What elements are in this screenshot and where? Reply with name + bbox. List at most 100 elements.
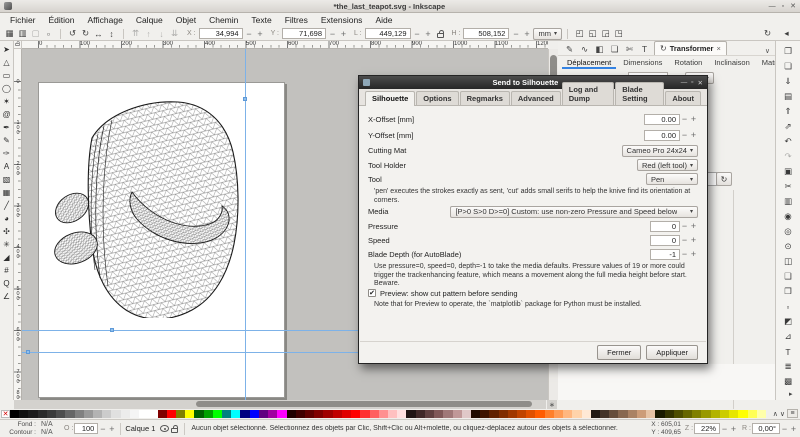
palette-swatch[interactable] [287,410,296,418]
palette-swatch[interactable] [711,410,720,418]
palette-swatch[interactable] [729,410,738,418]
measure-tool-icon[interactable]: ∠ [0,290,13,303]
blade-depth-minus[interactable]: − [680,249,689,259]
menu-item[interactable]: Filtres [279,14,314,26]
group-icon[interactable]: ❑ [780,269,796,284]
layer-lock-icon[interactable] [171,428,178,433]
zoom-field[interactable]: 22% [694,423,720,434]
dock-subtab[interactable]: Rotation [669,58,707,69]
x-offset-minus[interactable]: − [680,114,689,124]
palette-swatch[interactable] [176,410,185,418]
select-all-icon[interactable]: ▦ [3,28,16,40]
blade-depth-plus[interactable]: + [689,249,698,259]
minimize-button[interactable]: — [769,3,776,10]
palette-swatch[interactable] [222,410,231,418]
ungroup-icon[interactable]: ❒ [780,284,796,299]
tweak-tool-icon[interactable]: ✣ [0,225,13,238]
print-icon[interactable]: ▤ [780,89,796,104]
connector-tool-icon[interactable]: # [0,264,13,277]
horizontal-ruler[interactable]: 0100200300400500600700800900100011001200 [22,41,548,49]
palette-swatch[interactable] [213,410,222,418]
y-offset-plus[interactable]: + [689,130,698,140]
menu-item[interactable]: Chemin [203,14,244,26]
palette-swatch[interactable] [683,410,692,418]
import-icon[interactable]: ⇓ [780,74,796,89]
rotate-ccw-icon[interactable]: ↺ [66,28,79,40]
palette-swatch[interactable] [65,410,74,418]
lock-ratio-icon[interactable] [437,33,444,38]
menu-item[interactable]: Extensions [315,14,369,26]
rotate-cw-icon[interactable]: ↻ [79,28,92,40]
menu-item[interactable]: Fichier [4,14,42,26]
height-plus-button[interactable]: + [522,29,531,39]
palette-swatch[interactable] [102,410,111,418]
speed-field[interactable]: 0 [650,235,680,246]
palette-swatch[interactable] [628,410,637,418]
x-offset-field[interactable]: 0.00 [644,114,680,125]
guide-anchor[interactable] [110,328,114,332]
palette-swatch[interactable] [591,410,600,418]
horizontal-scrollbar-thumb[interactable] [196,401,532,407]
x-minus-button[interactable]: − [245,29,254,39]
flip-vertical-icon[interactable]: ↕ [105,28,118,40]
width-minus-button[interactable]: − [413,29,422,39]
palette-swatch[interactable] [10,410,19,418]
pencil-tool-icon[interactable]: ✎ [0,134,13,147]
dock-collapse-icon[interactable]: ∨ [765,47,773,55]
affect-gradient-icon[interactable]: ◳ [612,28,625,40]
palette-swatch[interactable] [121,410,130,418]
dialog-close-button[interactable]: ✕ [698,79,703,87]
dock-tab-text-icon[interactable]: T [637,43,652,55]
palette-swatch[interactable] [655,410,664,418]
appliquer-button[interactable]: Appliquer [646,345,698,360]
palette-swatch[interactable] [194,410,203,418]
opacity-plus[interactable]: + [107,424,116,434]
pressure-plus[interactable]: + [689,221,698,231]
paste-icon[interactable]: ▥ [780,194,796,209]
palette-swatch[interactable] [406,410,415,418]
paint-bucket-tool-icon[interactable]: ◕ [0,212,13,225]
palette-swatch[interactable] [38,410,47,418]
text-dialog-icon[interactable]: T [780,344,796,359]
opacity-field[interactable]: 100 [74,423,98,434]
zoom-tool-icon[interactable]: Q [0,277,13,290]
palette-swatch[interactable] [185,410,194,418]
fill-stroke-icon[interactable]: ◩ [780,314,796,329]
guide-anchor[interactable] [243,97,247,101]
dialog-tab[interactable]: Silhouette [365,91,415,106]
media-dropdown[interactable]: [P>0 S>0 D>=0] Custom: use non-zero Pres… [450,206,698,218]
undo-icon[interactable]: ↶ [780,134,796,149]
palette-swatch[interactable] [637,410,646,418]
cutting-mat-dropdown[interactable]: Cameo Pro 24x24▾ [622,145,698,157]
unit-dropdown[interactable]: mm▾ [533,28,562,40]
palette-swatch[interactable] [351,410,360,418]
palette-swatch[interactable] [139,410,148,418]
menu-item[interactable]: Calque [130,14,169,26]
dock-subtab[interactable]: Inclinaison [709,58,754,69]
dock-tab-export-icon[interactable]: ◧ [592,43,607,55]
zoom-minus[interactable]: − [720,424,729,434]
palette-swatch[interactable] [572,410,581,418]
teapot-wireframe-drawing[interactable] [48,96,253,318]
palette-swatch[interactable] [56,410,65,418]
palette-swatch[interactable] [748,410,757,418]
palette-swatch[interactable] [489,410,498,418]
height-field[interactable]: 508,152 [463,28,509,39]
palette-swatch[interactable] [250,410,259,418]
flip-horizontal-icon[interactable]: ↔ [92,28,105,40]
menu-item[interactable]: Texte [245,14,277,26]
layer-selector[interactable]: Calque 1 [125,424,155,433]
maximize-button[interactable]: ▫ [782,3,784,10]
opacity-minus[interactable]: − [98,424,107,434]
layers-icon[interactable]: ≣ [780,359,796,374]
deselect-icon[interactable]: ▢ [29,28,42,40]
snap-options-icon[interactable]: ↻ [761,28,774,40]
selection-box-icon[interactable]: ▫ [42,28,55,40]
zoom-page-icon[interactable]: ⊙ [780,239,796,254]
tool-holder-dropdown[interactable]: Red (left tool)▾ [637,159,698,171]
y-minus-button[interactable]: − [328,29,337,39]
palette-swatch[interactable] [462,410,471,418]
ruler-corner[interactable] [14,41,22,49]
dialog-tab[interactable]: Regmarks [460,91,510,105]
dock-subtab[interactable]: Déplacement [562,58,616,69]
